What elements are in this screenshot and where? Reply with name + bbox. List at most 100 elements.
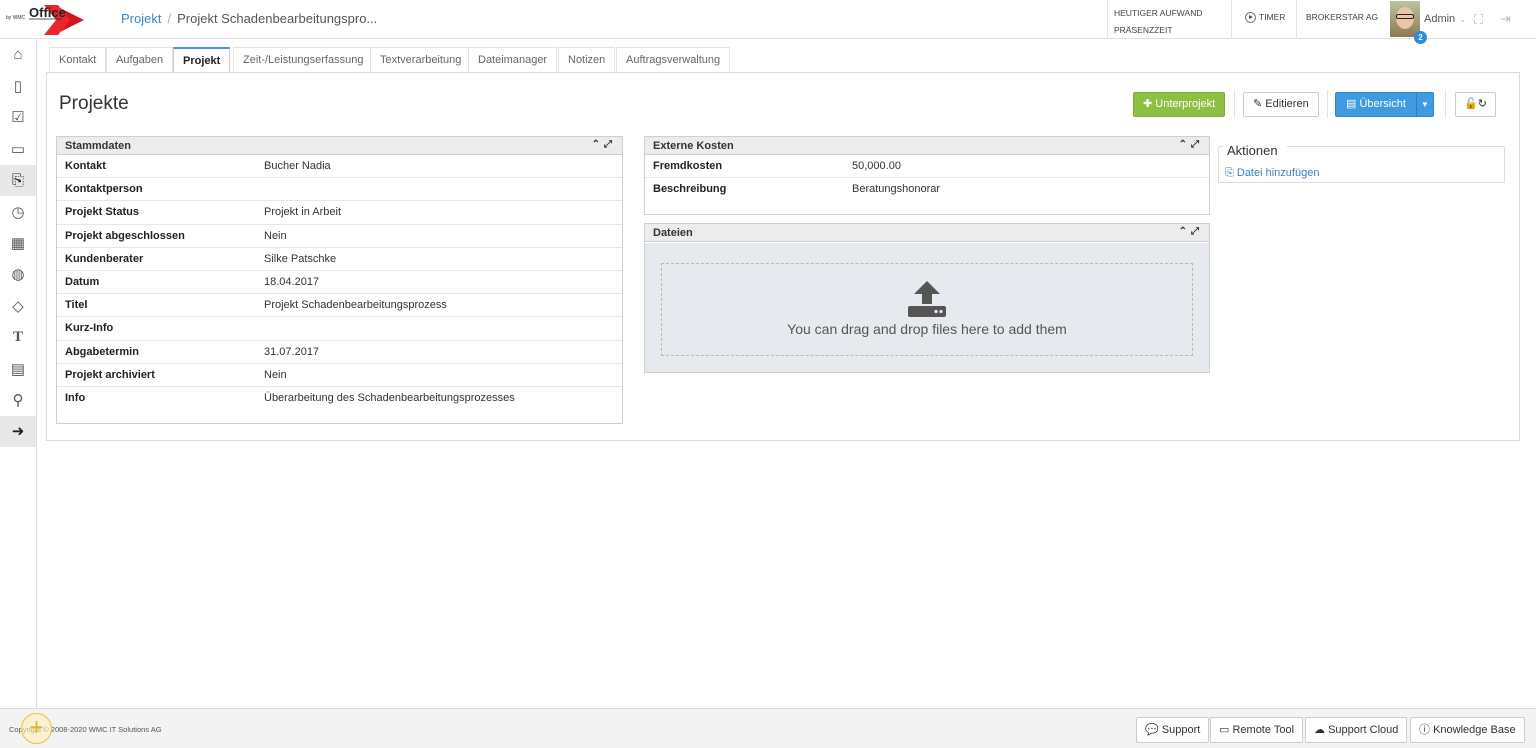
key-icon[interactable]: ⚲ (0, 384, 36, 415)
table-row: Fremdkosten 50,000.00 (645, 155, 1209, 179)
collapse-icon[interactable]: ⌃ (1179, 139, 1191, 150)
project-icon[interactable]: ⎘ (0, 164, 36, 196)
row-label: Kontaktperson (65, 183, 143, 196)
tab-aufgaben[interactable]: Aufgaben (106, 47, 174, 73)
caret-down-icon[interactable]: ▼ (1416, 93, 1433, 116)
file-dropzone[interactable]: You can drag and drop files here to add … (661, 263, 1193, 356)
externe-kosten-panel: Externe Kosten ⌃⤢ Fremdkosten 50,000.00 Be… (644, 136, 1210, 215)
row-label: Kurz-Info (65, 322, 114, 335)
arrow-right-icon[interactable]: ➜ (0, 415, 36, 448)
stammdaten-panel: Stammdaten ⌃⤢ Kontakt Bucher Nadia Kontakt… (56, 136, 623, 424)
tab-projekt[interactable]: Projekt (173, 47, 231, 74)
kb-label: Knowledge Base (1433, 724, 1516, 736)
row-value: Überarbeitung des Schadenbearbeitungspro… (264, 391, 515, 404)
knowledge-base-button[interactable]: ⓘ Knowledge Base (1410, 717, 1525, 743)
fullscreen-icon[interactable]: ⛶ (1474, 12, 1483, 28)
row-value: 18.04.2017 (264, 275, 320, 288)
panel-header: Stammdaten ⌃⤢ (57, 137, 622, 155)
support-label: Support (1161, 724, 1201, 736)
logout-icon[interactable]: ⇥ (1500, 11, 1511, 27)
tab-notizen[interactable]: Notizen (558, 47, 616, 73)
cloud-label: Support Cloud (1328, 724, 1399, 736)
upload-icon (908, 281, 946, 317)
expand-icon[interactable]: ⤢ (604, 139, 616, 150)
cloud-icon: ☁ (1314, 724, 1325, 736)
effort-box[interactable]: HEUTIGER AUFWAND PRÄSENZZEIT (1107, 0, 1232, 38)
panel-title: Dateien (653, 227, 693, 239)
tab-textverarbeitung[interactable]: Textverarbeitung (370, 47, 472, 73)
praesenzzeit-label: PRÄSENZZEIT (1114, 25, 1173, 35)
timer-button[interactable]: TIMER (1245, 12, 1286, 24)
heutiger-aufwand-label: HEUTIGER AUFWAND (1114, 8, 1203, 18)
datei-hinzufuegen-link[interactable]: ⎘ Datei hinzufügen (1225, 167, 1319, 180)
unterprojekt-button[interactable]: ✚ Unterprojekt (1133, 92, 1226, 117)
monitor-icon: ▭ (1219, 724, 1230, 736)
table-row: Kurz-Info (57, 317, 622, 341)
sidebar: ⌂ ▯ ☑ ▭ ⎘ ◷ ▦ ◍ ◇ T ▤ ⚲ ➜ (0, 39, 37, 708)
row-label: Projekt abgeschlossen (65, 229, 185, 242)
tab-auftragsverwaltung[interactable]: Auftragsverwaltung (616, 47, 731, 73)
logo-main: Office (29, 5, 66, 20)
book-icon[interactable]: ▯ (0, 70, 36, 101)
pencil-icon: ✎ (1253, 98, 1263, 110)
expand-icon[interactable]: ⤢ (1191, 139, 1203, 150)
tab-zeit[interactable]: Zeit-/Leistungserfassung (233, 47, 374, 73)
info-icon: ⓘ (1419, 724, 1430, 736)
notification-badge[interactable]: 2 (1414, 31, 1427, 44)
lock-refresh-button[interactable]: 🔓↻ (1455, 92, 1496, 117)
row-label: Fremdkosten (653, 160, 723, 172)
home-icon[interactable]: ⌂ (0, 39, 36, 70)
uebersicht-label: Übersicht (1359, 98, 1406, 110)
table-icon[interactable]: ▦ (0, 227, 36, 258)
dropzone-area: You can drag and drop files here to add … (645, 243, 1209, 372)
row-label: Kundenberater (65, 252, 144, 265)
collapse-icon[interactable]: ⌃ (1179, 226, 1191, 237)
tag-icon[interactable]: ◇ (0, 290, 36, 321)
dropzone-text: You can drag and drop files here to add … (787, 321, 1067, 337)
collapse-icon[interactable]: ⌃ (592, 139, 604, 150)
uebersicht-button[interactable]: ▤ Übersicht ▼ (1335, 92, 1434, 117)
globe-icon[interactable]: ◍ (0, 259, 36, 290)
row-value: Projekt in Arbeit (264, 206, 342, 219)
logo[interactable]: by WMC Office (6, 2, 86, 36)
clock-icon[interactable]: ◷ (0, 196, 36, 227)
breadcrumb-current: Projekt Schadenbearbeitungspro... (177, 11, 378, 26)
table-row: Abgabetermin 31.07.2017 (57, 341, 622, 364)
table-row: Projekt archiviert Nein (57, 364, 622, 387)
row-value: Projekt Schadenbearbeitungsprozess (264, 299, 447, 312)
calendar-icon[interactable]: ▭ (0, 133, 36, 164)
file-icon: ⎘ (1225, 167, 1234, 179)
panel-title: Externe Kosten (653, 140, 734, 152)
edit-button[interactable]: ✎ Editieren (1243, 92, 1319, 117)
form-icon[interactable]: ▤ (0, 353, 36, 384)
tab-dateimanager[interactable]: Dateimanager (468, 47, 558, 73)
divider (1445, 90, 1446, 118)
refresh-icon: ↻ (1477, 98, 1487, 110)
panel-header: Externe Kosten ⌃⤢ (645, 137, 1209, 155)
table-row: Info Überarbeitung des Schadenbearbeitung… (57, 387, 622, 410)
table-row: Datum 18.04.2017 (57, 271, 622, 295)
top-bar: by WMC Office Projekt / Projekt Schadenbea… (0, 0, 1536, 44)
datei-hinzufuegen-label: Datei hinzufügen (1236, 167, 1320, 179)
row-value: Beratungshonorar (852, 183, 941, 196)
support-cloud-button[interactable]: ☁ Support Cloud (1305, 717, 1408, 743)
checkbox-icon[interactable]: ☑ (0, 102, 36, 133)
table-row: Kontaktperson (57, 178, 622, 202)
row-label: Beschreibung (653, 183, 727, 196)
row-label: Projekt Status (65, 206, 139, 219)
expand-icon[interactable]: ⤢ (1191, 226, 1203, 237)
tab-kontakt[interactable]: Kontakt (49, 47, 107, 73)
row-label: Abgabetermin (65, 345, 139, 358)
breadcrumb-link[interactable]: Projekt (121, 11, 161, 26)
breadcrumb-separator: / (167, 11, 172, 26)
page-title: Projekte (59, 93, 129, 114)
chevron-down-icon: ⌄ (1459, 15, 1466, 24)
table-row: Titel Projekt Schadenbearbeitungsprozess (57, 294, 622, 318)
remote-tool-button[interactable]: ▭ Remote Tool (1210, 717, 1304, 743)
add-fab-button[interactable]: + (21, 713, 52, 744)
text-icon[interactable]: T (0, 322, 36, 353)
timer-label: TIMER (1259, 12, 1286, 22)
support-button[interactable]: 💬 Support (1136, 717, 1210, 743)
user-menu[interactable]: Admin ⌄ (1424, 13, 1466, 25)
company-name[interactable]: BROKERSTAR AG (1296, 0, 1378, 38)
